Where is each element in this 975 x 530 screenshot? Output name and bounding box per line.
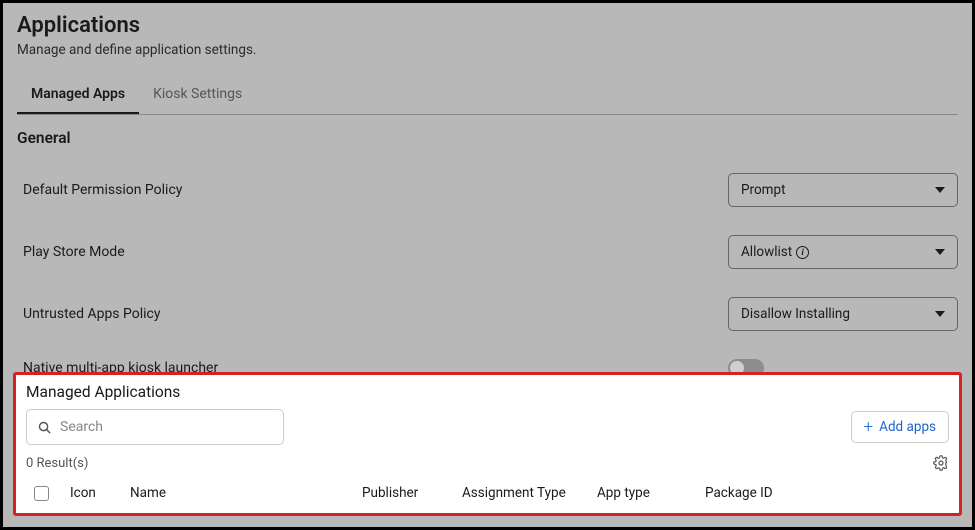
chevron-down-icon: [935, 187, 945, 193]
table-header: Icon Name Publisher Assignment Type App …: [26, 479, 949, 501]
gear-icon[interactable]: [933, 455, 949, 471]
dropdown-playstore-mode[interactable]: Allowlist i: [728, 235, 958, 269]
label-permission-policy: Default Permission Policy: [23, 182, 182, 198]
search-icon: [37, 420, 52, 435]
plus-icon: +: [864, 419, 874, 436]
setting-untrusted-apps: Untrusted Apps Policy Disallow Installin…: [17, 287, 958, 341]
col-publisher: Publisher: [362, 485, 462, 501]
tab-kiosk-settings[interactable]: Kiosk Settings: [139, 76, 256, 114]
col-icon: Icon: [70, 485, 130, 501]
dropdown-playstore-value: Allowlist: [741, 244, 792, 260]
chevron-down-icon: [935, 311, 945, 317]
add-apps-button[interactable]: + Add apps: [851, 411, 949, 443]
dropdown-untrusted-apps[interactable]: Disallow Installing: [728, 297, 958, 331]
chevron-down-icon: [935, 249, 945, 255]
page-title: Applications: [17, 13, 958, 38]
info-icon[interactable]: i: [796, 246, 809, 259]
page-subtitle: Manage and define application settings.: [17, 42, 958, 58]
dropdown-untrusted-value: Disallow Installing: [741, 306, 850, 322]
col-package-id: Package ID: [705, 485, 949, 501]
setting-playstore-mode: Play Store Mode Allowlist i: [17, 225, 958, 279]
search-box[interactable]: [26, 409, 284, 445]
setting-permission-policy: Default Permission Policy Prompt: [17, 163, 958, 217]
label-untrusted-apps: Untrusted Apps Policy: [23, 306, 161, 322]
col-name: Name: [130, 485, 362, 501]
col-assignment-type: Assignment Type: [462, 485, 597, 501]
dropdown-permission-value: Prompt: [741, 182, 786, 198]
tab-managed-apps[interactable]: Managed Apps: [17, 76, 139, 114]
managed-apps-panel: Managed Applications + Add apps 0 Result…: [13, 372, 962, 516]
section-general-heading: General: [17, 129, 958, 147]
search-input[interactable]: [60, 419, 273, 435]
select-all-checkbox[interactable]: [34, 486, 49, 501]
results-count: 0 Result(s): [26, 456, 88, 471]
label-playstore-mode: Play Store Mode: [23, 244, 125, 260]
col-app-type: App type: [597, 485, 705, 501]
managed-apps-title: Managed Applications: [26, 383, 949, 401]
dropdown-permission-policy[interactable]: Prompt: [728, 173, 958, 207]
tab-row: Managed Apps Kiosk Settings: [17, 76, 958, 115]
add-apps-label: Add apps: [879, 419, 936, 435]
